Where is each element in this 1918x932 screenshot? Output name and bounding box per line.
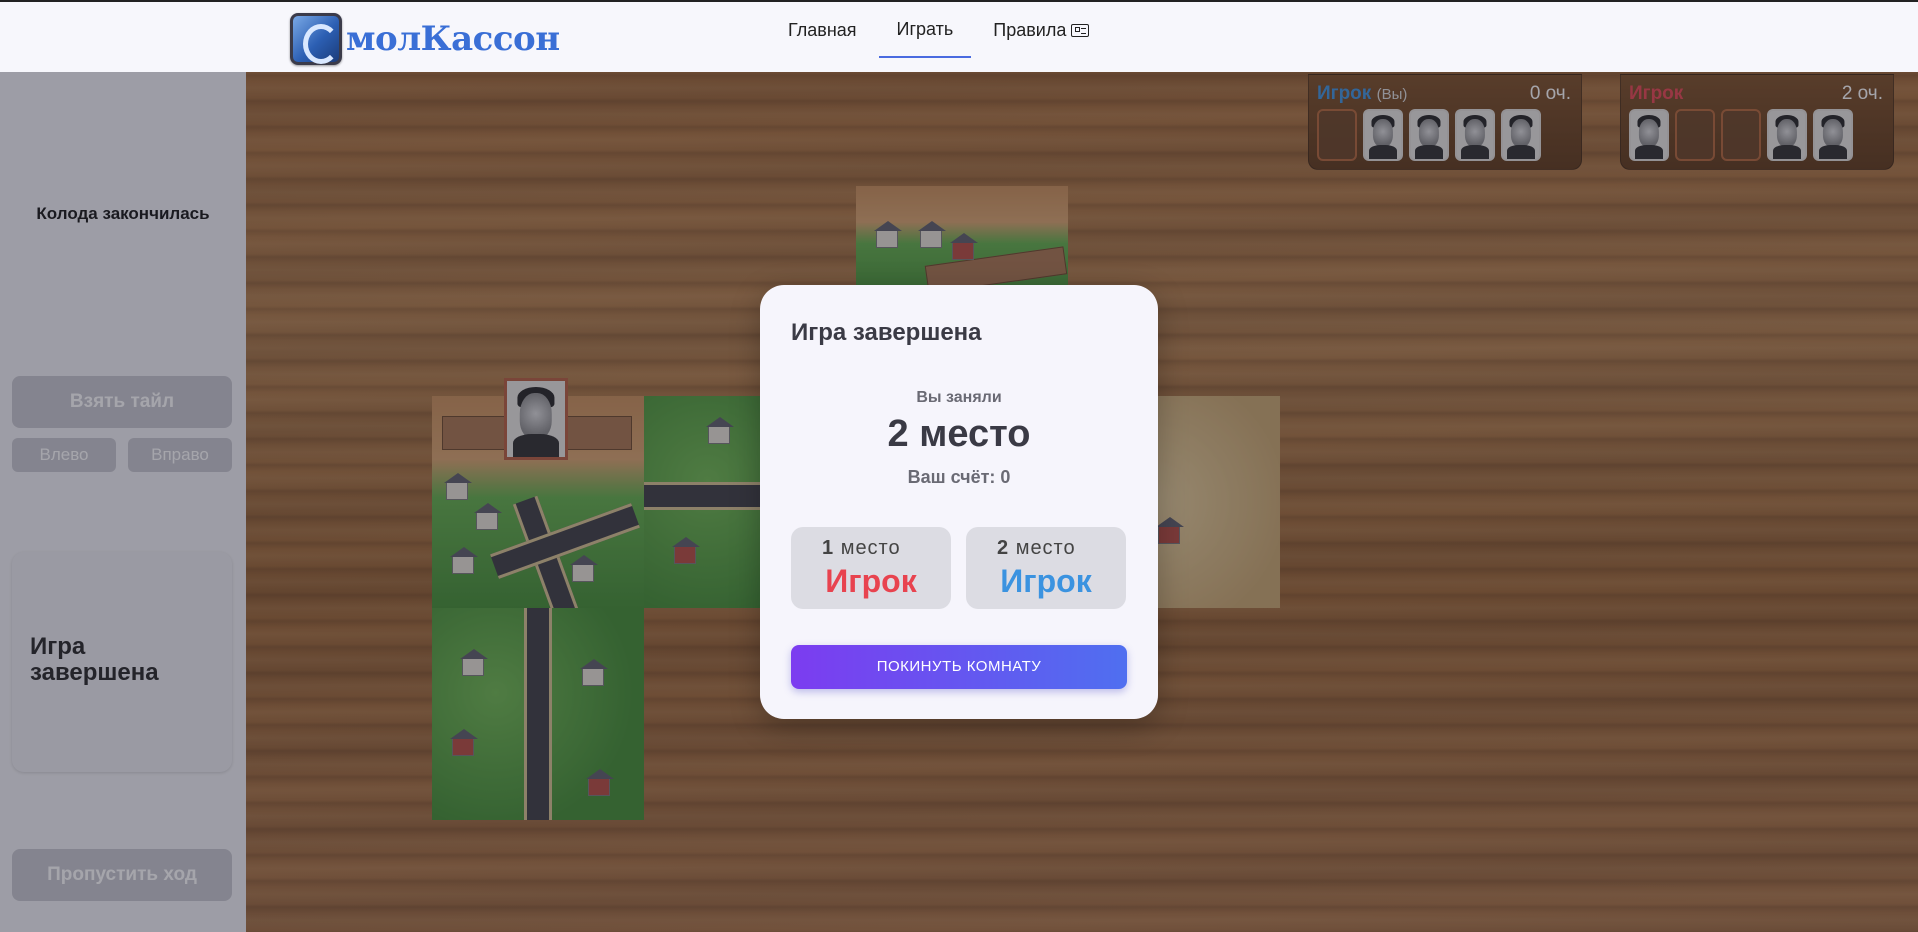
game-over-dialog: Игра завершена Вы заняли 2 место Ваш счё…: [760, 285, 1158, 719]
result-score: Ваш счёт: 0: [907, 467, 1011, 487]
nav-play-label: Играть: [896, 19, 954, 39]
ranking-card-1: 1 место Игрок: [791, 527, 951, 609]
main-nav: Главная Играть Правила: [788, 2, 1129, 72]
rules-card-icon: [1071, 23, 1090, 37]
nav-home[interactable]: Главная: [788, 2, 857, 58]
result-label: Вы заняли: [916, 389, 1002, 406]
top-navbar: молКассон Главная Играть Правила: [0, 0, 1918, 72]
ranking-number: 2: [997, 537, 1010, 559]
nav-rules-label: Правила: [993, 20, 1067, 40]
nav-rules[interactable]: Правила: [993, 2, 1090, 58]
leave-room-button[interactable]: ПОКИНУТЬ КОМНАТУ: [791, 645, 1127, 689]
ranking-place-line: 1 место: [822, 537, 901, 560]
ranking-player-name: Игрок: [1000, 563, 1092, 599]
ranking-place-word: место: [1015, 537, 1076, 559]
logo-icon: [290, 13, 342, 65]
ranking-number: 1: [822, 537, 835, 559]
ranking-place-line: 2 место: [997, 537, 1076, 560]
nav-home-label: Главная: [788, 20, 857, 40]
dialog-title: Игра завершена: [791, 319, 982, 346]
ranking-card-2: 2 место Игрок: [966, 527, 1126, 609]
result-place: 2 место: [887, 413, 1031, 455]
ranking-player-name: Игрок: [825, 563, 917, 599]
nav-play[interactable]: Играть: [878, 2, 972, 58]
logo-text: молКассон: [346, 19, 560, 59]
ranking-place-word: место: [840, 537, 901, 559]
logo[interactable]: молКассон: [290, 12, 560, 66]
